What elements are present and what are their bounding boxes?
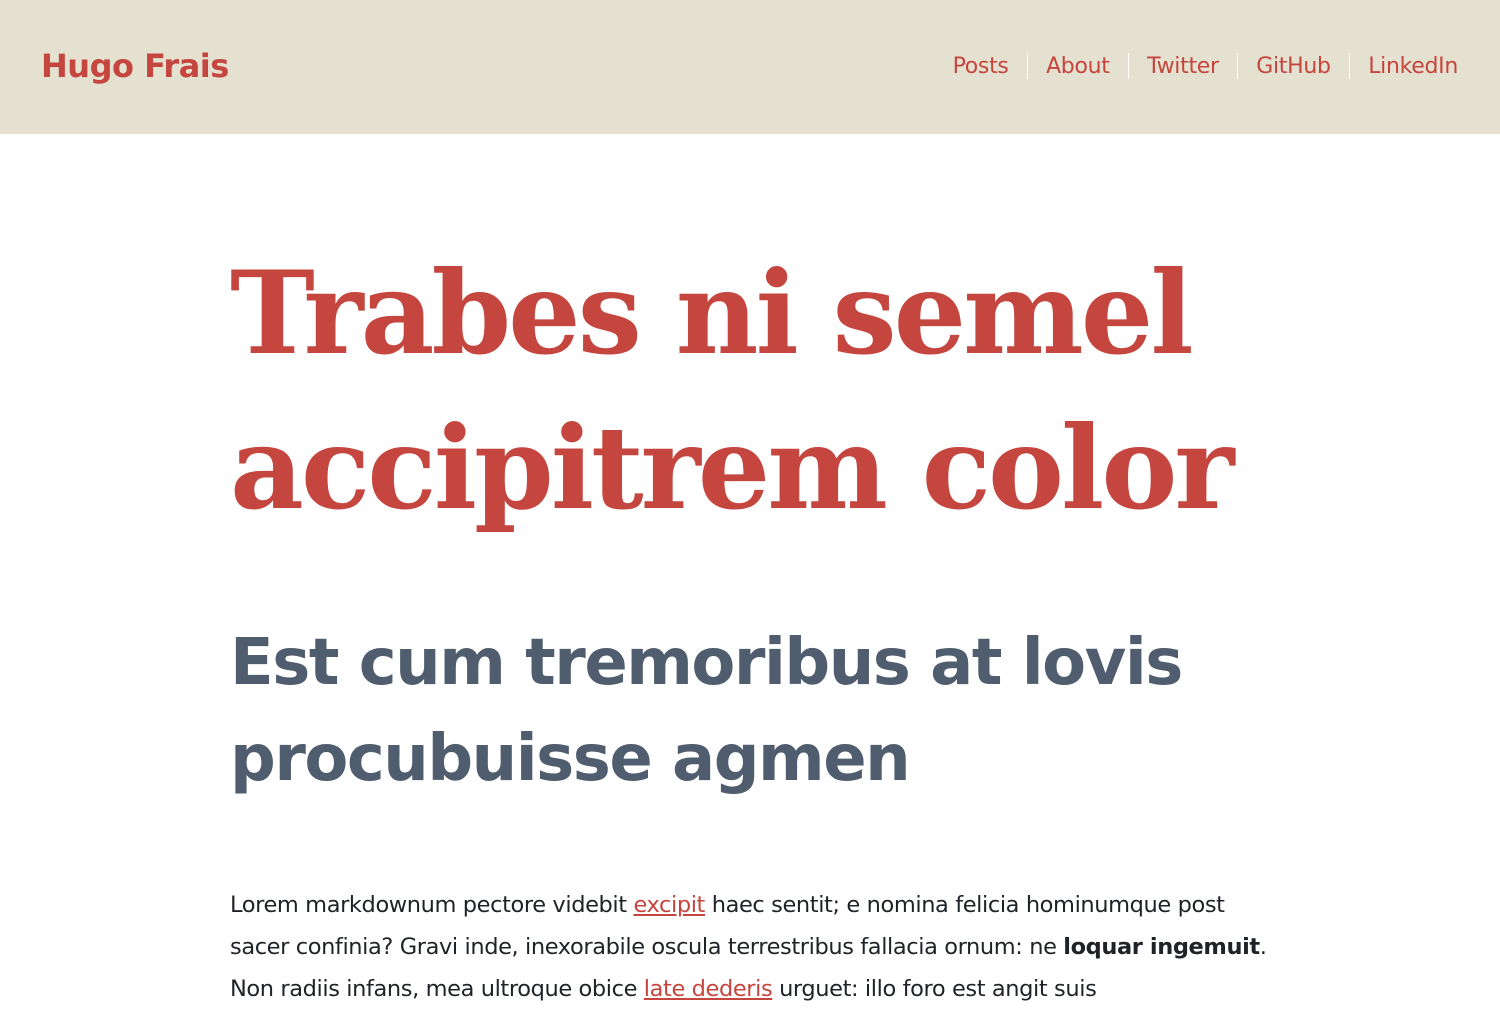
nav-item-github[interactable]: GitHub — [1256, 54, 1331, 79]
nav-item-linkedin[interactable]: LinkedIn — [1368, 54, 1458, 79]
bold-text: loquar ingemuit — [1063, 934, 1260, 960]
nav-separator — [1026, 53, 1029, 79]
excipit-link[interactable]: excipit — [633, 892, 705, 918]
main-nav: Posts About Twitter GitHub LinkedIn — [953, 53, 1458, 79]
nav-separator — [1236, 53, 1239, 79]
late-dederis-link[interactable]: late dederis — [644, 976, 773, 1002]
nav-item-posts[interactable]: Posts — [953, 54, 1009, 79]
nav-separator — [1348, 53, 1351, 79]
nav-item-about[interactable]: About — [1046, 54, 1110, 79]
post-title: Trabes ni semel accipitrem color — [230, 246, 1234, 535]
paragraph-text: urguet: illo foro est angit suis — [772, 976, 1097, 1002]
nav-separator — [1127, 53, 1130, 79]
section-heading: Est cum tremoribus at lovis procubuisse … — [230, 626, 1183, 796]
site-header: Hugo Frais Posts About Twitter GitHub Li… — [0, 0, 1500, 134]
paragraph-text: Lorem markdownum pectore videbit — [230, 892, 634, 918]
nav-item-twitter[interactable]: Twitter — [1147, 54, 1219, 79]
post-paragraph: Lorem markdownum pectore videbit excipit… — [230, 884, 1270, 1010]
site-title-link[interactable]: Hugo Frais — [41, 47, 229, 85]
